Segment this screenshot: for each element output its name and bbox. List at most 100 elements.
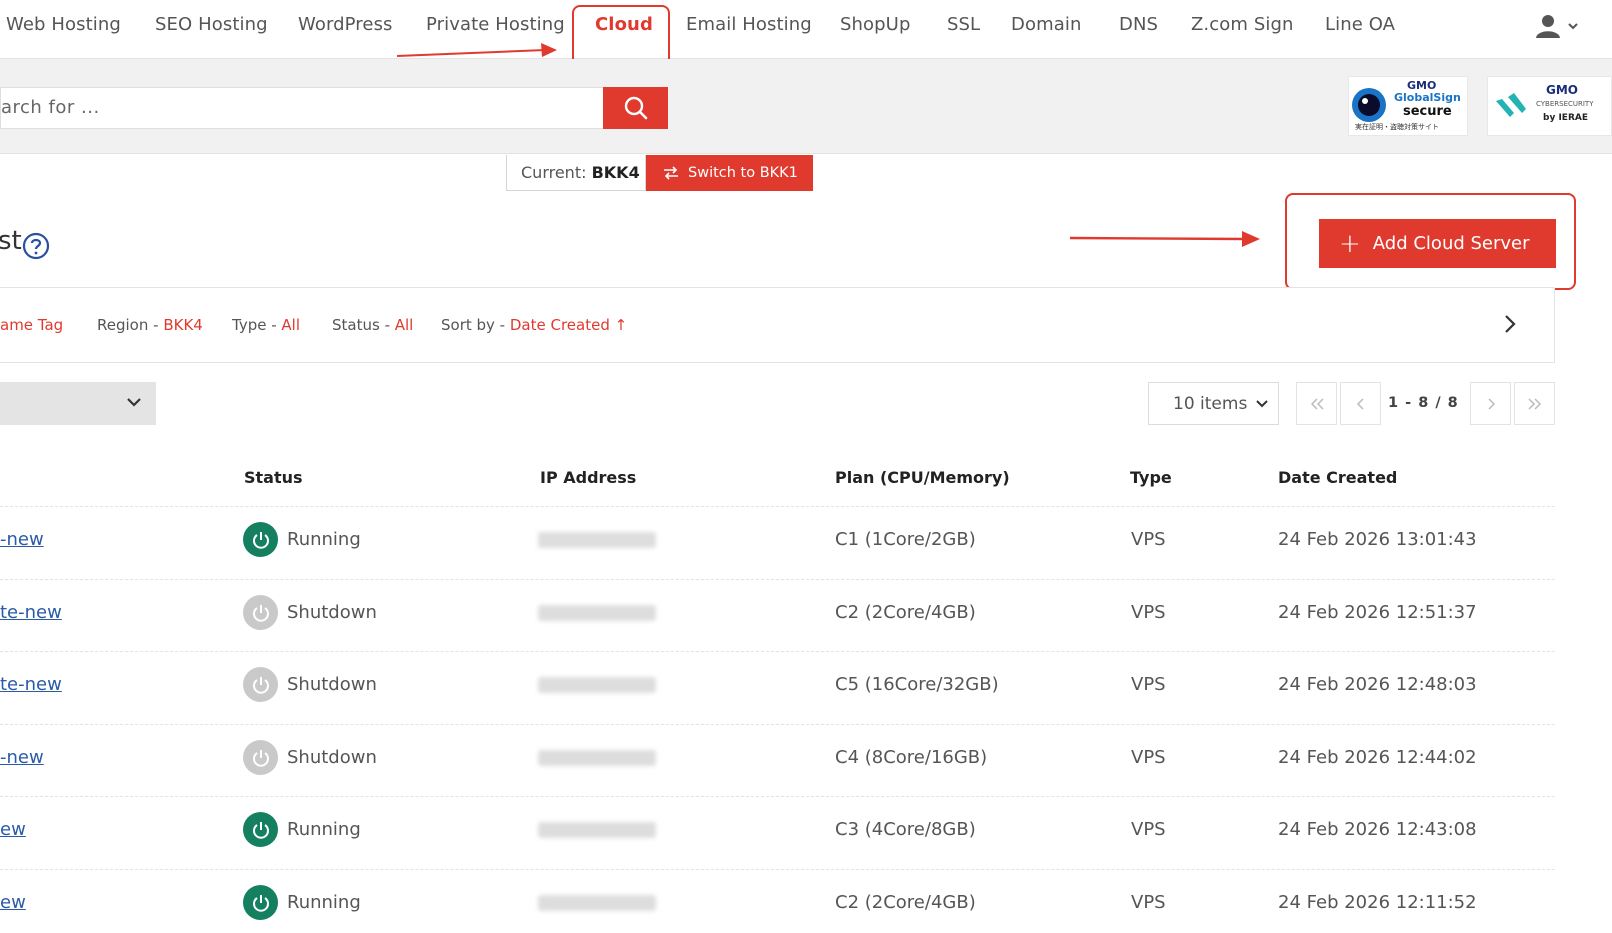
chevron-right-icon[interactable] bbox=[1500, 312, 1520, 336]
next-page-button[interactable] bbox=[1470, 382, 1511, 425]
last-page-button[interactable] bbox=[1514, 382, 1555, 425]
filter-value: ame Tag bbox=[0, 316, 64, 334]
column-header-type[interactable]: Type bbox=[1130, 468, 1172, 487]
current-region-label: Current: bbox=[521, 163, 587, 182]
table-row: te-new Shutdown C2 (2Core/4GB) VPS 24 Feb 20… bbox=[0, 579, 1555, 651]
server-plan: C1 (1Core/2GB) bbox=[835, 529, 976, 550]
nav-seo-hosting[interactable]: SEO Hosting bbox=[155, 14, 268, 35]
server-type: VPS bbox=[1131, 529, 1166, 550]
globalsign-secure-badge[interactable]: GMO GlobalSign secure 実在証明・盗聴対策サイト bbox=[1348, 76, 1468, 136]
cloud-nav-highlight bbox=[572, 5, 670, 67]
table-row: ew Running C2 (2Core/4GB) VPS 24 Feb 2026 12… bbox=[0, 869, 1555, 933]
bulk-action-select[interactable] bbox=[0, 382, 156, 425]
column-header-status[interactable]: Status bbox=[244, 468, 303, 487]
ip-address-redacted bbox=[538, 822, 656, 838]
user-menu[interactable] bbox=[1535, 12, 1587, 42]
server-name-link[interactable]: -new bbox=[0, 747, 44, 768]
server-name-link[interactable]: ew bbox=[0, 819, 26, 840]
nav-zcom-sign[interactable]: Z.com Sign bbox=[1191, 14, 1293, 35]
server-type: VPS bbox=[1131, 602, 1166, 623]
search-input[interactable]: arch for ... bbox=[0, 87, 605, 129]
server-status: Shutdown bbox=[287, 602, 377, 623]
annotation-arrow-icon bbox=[396, 43, 557, 57]
server-name-link[interactable]: ew bbox=[0, 892, 26, 913]
ierae-logo-icon bbox=[1496, 93, 1526, 117]
add-cloud-server-button[interactable]: + Add Cloud Server bbox=[1319, 219, 1556, 268]
filter-type[interactable]: Type - All bbox=[232, 316, 300, 334]
double-chevron-left-icon bbox=[1310, 397, 1324, 410]
nav-email-hosting[interactable]: Email Hosting bbox=[686, 14, 812, 35]
nav-domain[interactable]: Domain bbox=[1011, 14, 1081, 35]
server-name-link[interactable]: te-new bbox=[0, 602, 62, 623]
ip-address-redacted bbox=[538, 895, 656, 911]
server-status: Running bbox=[287, 892, 361, 913]
nav-dns[interactable]: DNS bbox=[1119, 14, 1158, 35]
table-row: ew Running C3 (4Core/8GB) VPS 24 Feb 2026 12… bbox=[0, 796, 1555, 868]
nav-private-hosting[interactable]: Private Hosting bbox=[426, 14, 565, 35]
filter-value: Date Created ↑ bbox=[509, 316, 628, 334]
page-size-value: 10 items bbox=[1173, 393, 1248, 414]
current-region-value: BKK4 bbox=[591, 163, 640, 182]
server-name-link[interactable]: -new bbox=[0, 529, 44, 550]
column-header-plan[interactable]: Plan (CPU/Memory) bbox=[835, 468, 1010, 487]
server-date-created: 24 Feb 2026 12:44:02 bbox=[1278, 747, 1477, 768]
help-circle-icon[interactable] bbox=[22, 232, 50, 260]
swap-icon bbox=[664, 166, 678, 180]
nav-ssl[interactable]: SSL bbox=[947, 14, 980, 35]
server-status: Running bbox=[287, 819, 361, 840]
current-region: Current: BKK4 bbox=[506, 155, 646, 191]
column-header-ip[interactable]: IP Address bbox=[540, 468, 636, 487]
power-icon bbox=[243, 522, 278, 557]
filter-status[interactable]: Status - All bbox=[332, 316, 413, 334]
server-date-created: 24 Feb 2026 12:11:52 bbox=[1278, 892, 1477, 913]
chevron-left-icon bbox=[1356, 397, 1364, 410]
chevron-down-icon bbox=[127, 398, 141, 407]
power-icon bbox=[243, 667, 278, 702]
power-icon bbox=[243, 885, 278, 920]
server-plan: C4 (8Core/16GB) bbox=[835, 747, 988, 768]
filter-sort-by[interactable]: Sort by - Date Created ↑ bbox=[441, 316, 627, 334]
server-plan: C5 (16Core/32GB) bbox=[835, 674, 999, 695]
ip-address-redacted bbox=[538, 532, 656, 548]
nav-line-oa[interactable]: Line OA bbox=[1325, 14, 1395, 35]
ip-address-redacted bbox=[538, 750, 656, 766]
server-plan: C3 (4Core/8GB) bbox=[835, 819, 976, 840]
badge-ierae-text: by IERAE bbox=[1543, 113, 1588, 123]
server-name-link[interactable]: te-new bbox=[0, 674, 62, 695]
badge-gmo-text: GMO bbox=[1546, 83, 1578, 97]
server-status: Shutdown bbox=[287, 747, 377, 768]
ierae-security-badge[interactable]: GMO CYBERSECURITY by IERAE bbox=[1487, 76, 1612, 136]
filter-bar: ame Tag Region - BKK4 Type - All Status … bbox=[0, 287, 1555, 363]
server-type: VPS bbox=[1131, 819, 1166, 840]
server-date-created: 24 Feb 2026 12:48:03 bbox=[1278, 674, 1477, 695]
filter-value: BKK4 bbox=[163, 316, 203, 334]
filter-name-tag[interactable]: ame Tag bbox=[0, 316, 63, 334]
nav-shopup[interactable]: ShopUp bbox=[840, 14, 910, 35]
table-row: te-new Shutdown C5 (16Core/32GB) VPS 24 Feb … bbox=[0, 651, 1555, 723]
page-size-select[interactable]: 10 items bbox=[1148, 382, 1279, 425]
filter-label: Status - bbox=[332, 316, 395, 334]
filter-label: Region - bbox=[97, 316, 164, 334]
ip-address-redacted bbox=[538, 677, 656, 693]
filter-label: Sort by - bbox=[441, 316, 510, 334]
filter-region[interactable]: Region - BKK4 bbox=[97, 316, 203, 334]
filter-value: All bbox=[394, 316, 414, 334]
server-type: VPS bbox=[1131, 892, 1166, 913]
column-header-date[interactable]: Date Created bbox=[1278, 468, 1397, 487]
power-icon bbox=[243, 812, 278, 847]
server-date-created: 24 Feb 2026 13:01:43 bbox=[1278, 529, 1477, 550]
server-date-created: 24 Feb 2026 12:51:37 bbox=[1278, 602, 1477, 623]
search-button[interactable] bbox=[603, 87, 668, 129]
switch-region-label: Switch to BKK1 bbox=[688, 165, 798, 181]
plus-icon: + bbox=[1339, 228, 1361, 259]
nav-wordpress[interactable]: WordPress bbox=[298, 14, 393, 35]
table-row: -new Shutdown C4 (8Core/16GB) VPS 24 Feb 202… bbox=[0, 724, 1555, 796]
nav-web-hosting[interactable]: Web Hosting bbox=[6, 14, 121, 35]
first-page-button[interactable] bbox=[1296, 382, 1337, 425]
prev-page-button[interactable] bbox=[1340, 382, 1381, 425]
switch-region-button[interactable]: Switch to BKK1 bbox=[646, 155, 813, 191]
power-icon bbox=[243, 740, 278, 775]
server-plan: C2 (2Core/4GB) bbox=[835, 892, 976, 913]
server-date-created: 24 Feb 2026 12:43:08 bbox=[1278, 819, 1477, 840]
user-icon bbox=[1536, 15, 1578, 38]
